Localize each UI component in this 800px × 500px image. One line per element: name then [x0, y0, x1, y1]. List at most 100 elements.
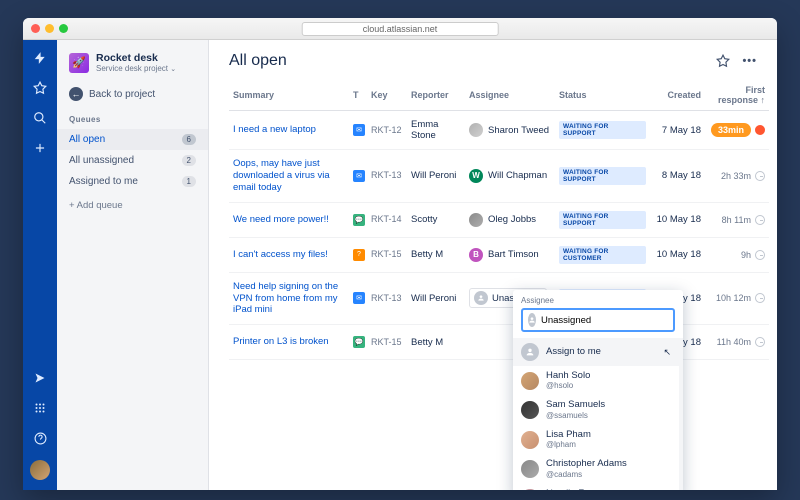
col-first-response[interactable]: First response ↑ — [705, 80, 769, 111]
assignee-option[interactable]: Sam Samuels@ssamuels — [513, 395, 679, 424]
table-row[interactable]: Need help signing on the VPN from home f… — [229, 272, 769, 325]
queue-item[interactable]: All open6 — [57, 129, 208, 150]
col-summary[interactable]: Summary — [229, 80, 349, 111]
apps-icon[interactable] — [32, 400, 48, 416]
back-to-project-link[interactable]: ← Back to project — [57, 83, 208, 111]
minimize-window-button[interactable] — [45, 24, 54, 33]
star-icon[interactable] — [32, 80, 48, 96]
help-icon[interactable] — [32, 430, 48, 446]
queue-count-badge: 2 — [182, 155, 196, 166]
assignee-cell[interactable]: BBart Timson — [469, 248, 551, 262]
person-icon — [521, 343, 539, 361]
project-sidebar: 🚀 Rocket desk Service desk project ⌄ ← B… — [57, 40, 209, 490]
issue-summary-link[interactable]: Printer on L3 is broken — [233, 336, 345, 348]
reporter-name: Scotty — [407, 202, 465, 237]
response-time: 9h — [741, 250, 751, 260]
issue-type-icon: ✉ — [353, 170, 365, 182]
table-row[interactable]: Oops, may have just downloaded a virus v… — [229, 150, 769, 203]
col-type[interactable]: T — [349, 80, 367, 111]
table-row[interactable]: I can't access my files! ? RKT-15 Betty … — [229, 237, 769, 272]
option-avatar — [521, 431, 539, 449]
col-key[interactable]: Key — [367, 80, 407, 111]
issue-key[interactable]: RKT-13 — [371, 170, 402, 180]
global-nav-rail — [23, 40, 57, 490]
assignee-option[interactable]: Christopher Adams@cadams — [513, 454, 679, 483]
more-actions-button[interactable]: ••• — [742, 55, 757, 67]
created-date: 8 May 18 — [650, 150, 705, 203]
lightning-icon[interactable] — [32, 50, 48, 66]
search-icon[interactable] — [32, 110, 48, 126]
project-icon: 🚀 — [69, 53, 89, 73]
assignee-cell[interactable]: WWill Chapman — [469, 169, 551, 183]
issue-key[interactable]: RKT-15 — [371, 249, 402, 259]
issue-key[interactable]: RKT-12 — [371, 125, 402, 135]
response-time: 10h 12m — [716, 293, 751, 303]
assignee-option[interactable]: Lisa Pham@lpham — [513, 425, 679, 454]
col-reporter[interactable]: Reporter — [407, 80, 465, 111]
status-badge: WAITING FOR SUPPORT — [559, 121, 646, 139]
address-bar[interactable]: cloud.atlassian.net — [302, 22, 499, 36]
page-title: All open — [229, 52, 287, 70]
status-badge: WAITING FOR CUSTOMER — [559, 246, 646, 264]
queue-item[interactable]: Assigned to me1 — [57, 171, 208, 192]
queue-item[interactable]: All unassigned2 — [57, 150, 208, 171]
issue-key[interactable]: RKT-15 — [371, 337, 402, 347]
main-content: All open ••• Summary T Key Reporter Assi… — [209, 40, 777, 490]
plus-icon[interactable] — [32, 140, 48, 156]
issue-type-icon: ? — [353, 249, 365, 261]
project-subtitle: Service desk project ⌄ — [96, 64, 176, 73]
add-queue-button[interactable]: + Add queue — [57, 192, 208, 219]
option-name: Natalie Fennec — [546, 489, 610, 490]
option-avatar — [521, 401, 539, 419]
issue-summary-link[interactable]: We need more power!! — [233, 214, 345, 226]
issues-table: Summary T Key Reporter Assignee Status C… — [229, 80, 769, 360]
unassigned-avatar-icon — [474, 291, 488, 305]
browser-titlebar: cloud.atlassian.net — [23, 18, 777, 40]
table-row[interactable]: Printer on L3 is broken 💬 RKT-15 Betty M… — [229, 325, 769, 360]
project-header[interactable]: 🚀 Rocket desk Service desk project ⌄ — [57, 52, 208, 83]
feedback-icon[interactable] — [32, 370, 48, 386]
issue-key[interactable]: RKT-14 — [371, 214, 402, 224]
maximize-window-button[interactable] — [59, 24, 68, 33]
col-assignee[interactable]: Assignee — [465, 80, 555, 111]
back-label: Back to project — [89, 89, 155, 100]
assignee-name: Will Chapman — [488, 170, 547, 181]
response-time: 2h 33m — [721, 171, 751, 181]
assignee-search-input[interactable] — [521, 308, 675, 332]
star-page-button[interactable] — [716, 54, 730, 68]
assignee-cell[interactable]: Oleg Jobbs — [469, 213, 551, 227]
close-window-button[interactable] — [31, 24, 40, 33]
table-row[interactable]: We need more power!! 💬 RKT-14 Scotty Ole… — [229, 202, 769, 237]
issue-key[interactable]: RKT-13 — [371, 293, 402, 303]
issue-summary-link[interactable]: Oops, may have just downloaded a virus v… — [233, 158, 345, 194]
assignee-option[interactable]: Natalie Fennec@nfennec — [513, 484, 679, 490]
assignee-name: Oleg Jobbs — [488, 214, 536, 225]
clock-icon — [755, 337, 765, 347]
assign-to-me-option[interactable]: Assign to me ↖ — [513, 338, 679, 366]
created-date: 10 May 18 — [650, 202, 705, 237]
issue-summary-link[interactable]: I need a new laptop — [233, 124, 345, 136]
table-row[interactable]: I need a new laptop ✉ RKT-12 Emma Stone … — [229, 111, 769, 150]
profile-avatar[interactable] — [30, 460, 50, 480]
issue-type-icon: ✉ — [353, 292, 365, 304]
issue-summary-link[interactable]: Need help signing on the VPN from home f… — [233, 281, 345, 317]
assignee-input-field[interactable] — [541, 315, 673, 326]
status-badge: WAITING FOR SUPPORT — [559, 211, 646, 229]
col-created[interactable]: Created — [650, 80, 705, 111]
created-date: 10 May 18 — [650, 237, 705, 272]
app-shell: 🚀 Rocket desk Service desk project ⌄ ← B… — [23, 40, 777, 490]
created-date: 7 May 18 — [650, 111, 705, 150]
col-status[interactable]: Status — [555, 80, 650, 111]
sla-breach-icon — [755, 125, 765, 135]
cursor-icon: ↖ — [663, 347, 671, 358]
option-handle: @cadams — [546, 470, 627, 479]
issue-summary-link[interactable]: I can't access my files! — [233, 249, 345, 261]
issue-type-icon: 💬 — [353, 214, 365, 226]
assignee-option[interactable]: Hanh Solo@hsolo — [513, 366, 679, 395]
response-time: 11h 40m — [717, 337, 751, 347]
assign-to-me-label: Assign to me — [546, 347, 601, 357]
queue-count-badge: 6 — [182, 134, 196, 145]
assignee-name: Bart Timson — [488, 249, 539, 260]
assignee-cell[interactable]: Sharon Tweed — [469, 123, 551, 137]
option-handle: @lpham — [546, 440, 591, 449]
